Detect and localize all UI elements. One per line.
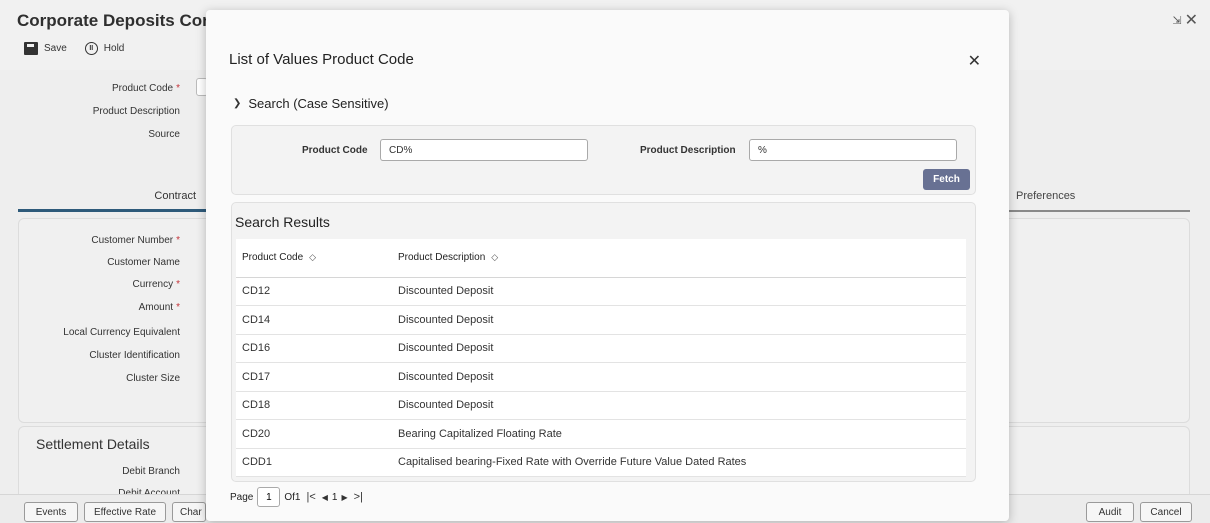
last-page-icon[interactable]: >|: [352, 491, 365, 503]
product-code-cell[interactable]: CD20: [236, 419, 392, 449]
modal-title: List of Values Product Code: [229, 51, 414, 68]
fetch-button[interactable]: Fetch: [923, 169, 970, 190]
product-description-cell[interactable]: Discounted Deposit: [392, 305, 966, 335]
product-code-cell[interactable]: CD17: [236, 362, 392, 392]
debit-branch-label: Debit Branch: [122, 466, 180, 477]
results-table: Product Code ◇ Product Description ◇ CD12 D…: [236, 239, 966, 477]
product-code-cell[interactable]: CD12: [236, 277, 392, 306]
effective-rate-button[interactable]: Effective Rate: [84, 502, 166, 522]
table-row[interactable]: CD18 Discounted Deposit: [236, 391, 966, 420]
close-icon[interactable]: ✕: [968, 51, 981, 71]
table-row[interactable]: CDD1 Capitalised bearing-Fixed Rate with …: [236, 448, 966, 477]
product-code-cell[interactable]: CD18: [236, 391, 392, 420]
hold-icon: II: [84, 42, 98, 55]
product-code-label: Product Code: [302, 145, 368, 156]
active-tab-indicator: [18, 209, 208, 212]
source-label: Source: [148, 129, 180, 140]
table-row[interactable]: CD16 Discounted Deposit: [236, 334, 966, 363]
product-description-search-input[interactable]: [749, 139, 957, 161]
product-description-cell[interactable]: Discounted Deposit: [392, 391, 966, 420]
resize-icon[interactable]: ⇲: [1172, 14, 1181, 27]
column-header-product-description[interactable]: Product Description ◇: [392, 239, 966, 278]
page-of-label: Of1: [284, 491, 301, 503]
hold-button[interactable]: II Hold: [84, 42, 124, 55]
table-row[interactable]: CD20 Bearing Capitalized Floating Rate: [236, 419, 966, 449]
pagination: Page Of1 |< ◀ 1 ▶ >|: [230, 487, 365, 507]
currency-label: Currency *: [132, 279, 180, 290]
product-description-cell[interactable]: Discounted Deposit: [392, 334, 966, 363]
window-title: Corporate Deposits Con: [17, 11, 213, 30]
customer-number-label: Customer Number *: [91, 235, 180, 246]
table-row[interactable]: CD17 Discounted Deposit: [236, 362, 966, 392]
table-header-row: Product Code ◇ Product Description ◇: [236, 239, 966, 278]
product-description-label: Product Description: [640, 145, 736, 156]
save-icon: [24, 42, 38, 55]
local-currency-equivalent-label: Local Currency Equivalent: [63, 327, 180, 338]
close-icon[interactable]: ✕: [1185, 10, 1198, 30]
product-description-cell[interactable]: Bearing Capitalized Floating Rate: [392, 419, 966, 449]
save-button[interactable]: Save: [24, 42, 67, 55]
first-page-icon[interactable]: |<: [304, 491, 317, 503]
sort-icon[interactable]: ◇: [491, 252, 498, 262]
product-code-cell[interactable]: CD16: [236, 334, 392, 363]
table-row[interactable]: CD14 Discounted Deposit: [236, 305, 966, 335]
search-results-title: Search Results: [235, 214, 330, 230]
product-description-cell[interactable]: Discounted Deposit: [392, 362, 966, 392]
column-header-product-code[interactable]: Product Code ◇: [236, 239, 392, 278]
product-code-cell[interactable]: CD14: [236, 305, 392, 335]
customer-name-label: Customer Name: [107, 257, 180, 268]
product-description-cell[interactable]: Capitalised bearing-Fixed Rate with Over…: [392, 448, 966, 477]
product-code-search-input[interactable]: [380, 139, 588, 161]
lov-modal: List of Values Product Code ✕ ❯ Search (…: [206, 10, 1009, 521]
tab-preferences[interactable]: Preferences: [1016, 190, 1075, 202]
tab-contract[interactable]: Contract: [18, 190, 208, 202]
search-panel: Product Code Product Description Fetch: [231, 125, 976, 195]
settlement-title: Settlement Details: [36, 436, 150, 452]
cluster-identification-label: Cluster Identification: [89, 350, 180, 361]
previous-page-icon[interactable]: ◀: [322, 493, 328, 502]
toolbar: Save II Hold: [24, 42, 124, 55]
charges-button[interactable]: Char: [172, 502, 206, 522]
audit-button[interactable]: Audit: [1086, 502, 1134, 522]
sort-icon[interactable]: ◇: [309, 252, 316, 262]
chevron-down-icon: ❯: [233, 98, 242, 109]
current-page-indicator: 1: [331, 491, 338, 503]
cancel-button[interactable]: Cancel: [1140, 502, 1192, 522]
next-page-icon[interactable]: ▶: [341, 493, 347, 502]
product-description-label: Product Description: [92, 106, 180, 117]
search-results-panel: Search Results Product Code ◇ Product Des…: [231, 202, 976, 482]
search-section-label: Search (Case Sensitive): [248, 96, 389, 111]
page-label: Page: [230, 491, 254, 503]
search-section-toggle[interactable]: ❯ Search (Case Sensitive): [233, 96, 389, 111]
window-controls: ⇲ ✕: [1172, 10, 1198, 30]
amount-label: Amount *: [138, 302, 180, 313]
product-code-cell[interactable]: CDD1: [236, 448, 392, 477]
page-number-input[interactable]: [257, 487, 281, 507]
cluster-size-label: Cluster Size: [126, 373, 180, 384]
table-row[interactable]: CD12 Discounted Deposit: [236, 277, 966, 306]
product-code-label: Product Code *: [111, 83, 180, 94]
events-button[interactable]: Events: [24, 502, 78, 522]
product-description-cell[interactable]: Discounted Deposit: [392, 277, 966, 306]
